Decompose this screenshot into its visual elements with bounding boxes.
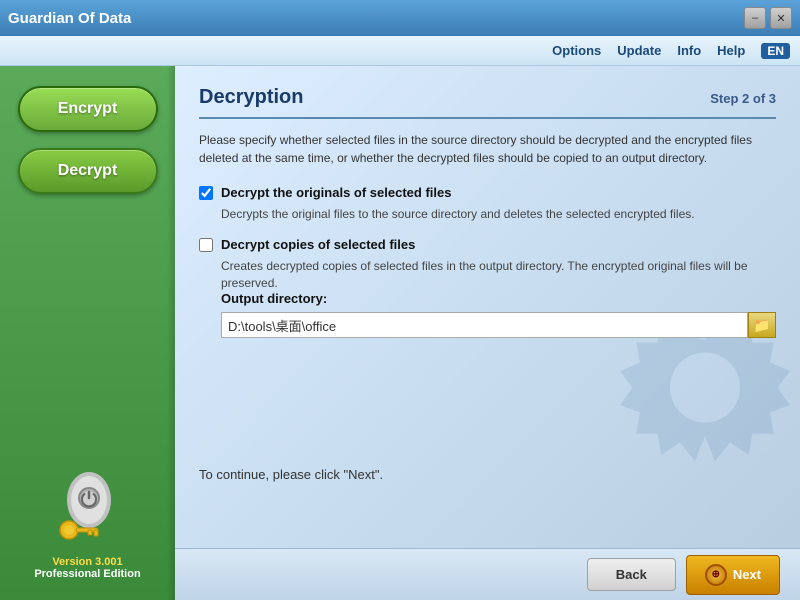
shield-key-icon bbox=[47, 472, 127, 552]
description-text: Please specify whether selected files in… bbox=[199, 131, 776, 167]
edition-label: Professional Edition bbox=[34, 568, 140, 580]
back-button[interactable]: Back bbox=[587, 558, 676, 591]
option2-group: Decrypt copies of selected files Creates… bbox=[199, 237, 776, 339]
app-title: Guardian Of Data bbox=[8, 10, 131, 27]
output-dir-label: Output directory: bbox=[221, 291, 776, 306]
title-bar: Guardian Of Data – ✕ bbox=[0, 0, 800, 36]
option2-row: Decrypt copies of selected files bbox=[199, 237, 776, 252]
encrypt-button[interactable]: Encrypt bbox=[18, 86, 158, 132]
menu-info[interactable]: Info bbox=[677, 43, 701, 58]
language-badge[interactable]: EN bbox=[761, 43, 790, 59]
output-dir-row: 📁 bbox=[221, 312, 776, 338]
decrypt-button[interactable]: Decrypt bbox=[18, 148, 158, 194]
browse-button[interactable]: 📁 bbox=[748, 312, 776, 338]
logo-area: Version 3.001 Professional Edition bbox=[34, 472, 140, 580]
next-button[interactable]: ⊕ Next bbox=[686, 555, 780, 595]
content-inner: Decryption Step 2 of 3 Please specify wh… bbox=[175, 66, 800, 548]
main-layout: Encrypt Decrypt bbox=[0, 66, 800, 600]
menu-update[interactable]: Update bbox=[617, 43, 661, 58]
bottom-bar: Back ⊕ Next bbox=[175, 548, 800, 600]
output-dir-input[interactable] bbox=[221, 312, 748, 338]
menu-options[interactable]: Options bbox=[552, 43, 601, 58]
option1-row: Decrypt the originals of selected files bbox=[199, 185, 776, 200]
folder-icon: 📁 bbox=[753, 317, 770, 334]
option1-desc: Decrypts the original files to the sourc… bbox=[221, 206, 776, 223]
sidebar: Encrypt Decrypt bbox=[0, 66, 175, 600]
step-label: Step 2 of 3 bbox=[710, 91, 776, 106]
next-label: Next bbox=[733, 567, 761, 582]
window-controls: – ✕ bbox=[744, 7, 792, 29]
menu-bar: Options Update Info Help EN bbox=[0, 36, 800, 66]
option1-group: Decrypt the originals of selected files … bbox=[199, 185, 776, 223]
content-header: Decryption Step 2 of 3 bbox=[199, 86, 776, 119]
option2-desc: Creates decrypted copies of selected fil… bbox=[221, 258, 776, 292]
minimize-button[interactable]: – bbox=[744, 7, 766, 29]
option1-label: Decrypt the originals of selected files bbox=[221, 185, 451, 200]
menu-help[interactable]: Help bbox=[717, 43, 745, 58]
next-icon: ⊕ bbox=[705, 564, 727, 586]
version-label: Version 3.001 bbox=[52, 556, 122, 568]
close-button[interactable]: ✕ bbox=[770, 7, 792, 29]
content-area: Decryption Step 2 of 3 Please specify wh… bbox=[175, 66, 800, 600]
continue-text: To continue, please click "Next". bbox=[199, 467, 383, 482]
option2-checkbox[interactable] bbox=[199, 238, 213, 252]
sidebar-bottom: Version 3.001 Professional Edition bbox=[34, 472, 140, 580]
option1-checkbox[interactable] bbox=[199, 186, 213, 200]
option2-label: Decrypt copies of selected files bbox=[221, 237, 415, 252]
page-title: Decryption bbox=[199, 86, 303, 109]
